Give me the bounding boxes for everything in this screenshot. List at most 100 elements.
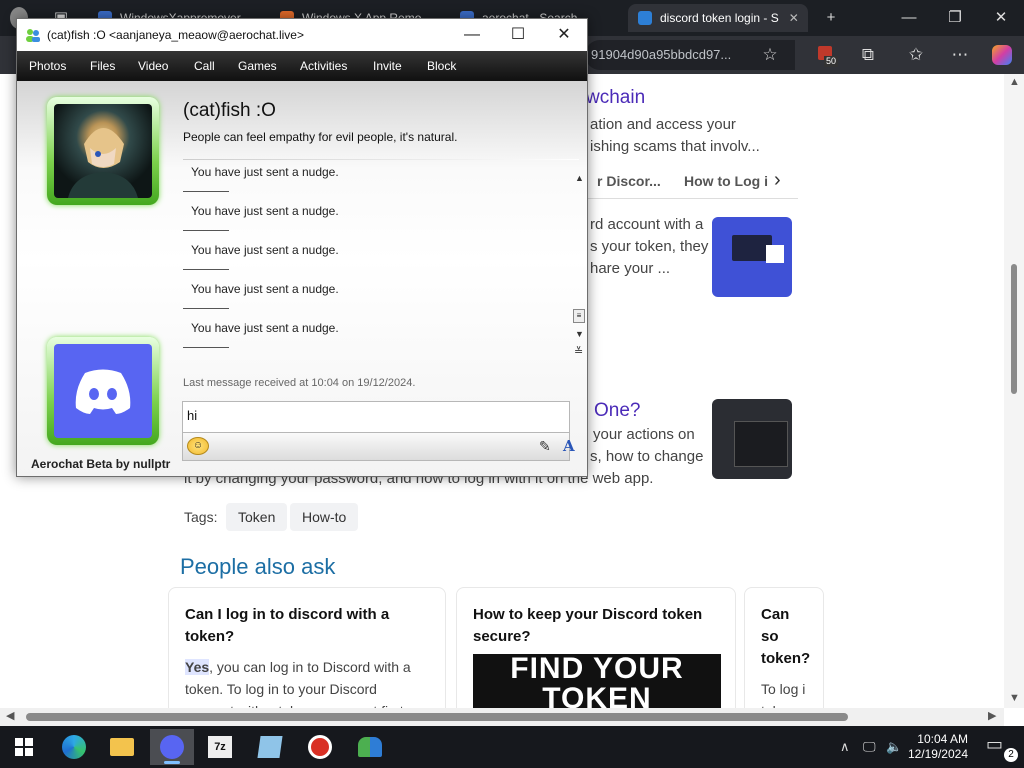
app-credit: Aerochat Beta by nullptr	[31, 457, 171, 471]
subtab-how-to-log-in[interactable]: How to Log i	[684, 170, 768, 192]
message: You have just sent a nudge.	[191, 165, 339, 179]
paa-card[interactable]: How to keep your Discord token secure? F…	[456, 587, 736, 708]
pen-icon[interactable]: ✎	[539, 438, 551, 455]
font-icon[interactable]: A	[563, 437, 575, 455]
result-thumbnail[interactable]	[712, 399, 792, 479]
menu-call[interactable]: Call	[194, 59, 215, 73]
menu-video[interactable]: Video	[138, 59, 168, 73]
result-snippet-line: s your token, they	[590, 238, 709, 255]
paa-question: How to keep your Discord token secure?	[473, 606, 703, 645]
close-icon[interactable]: ✕	[541, 19, 587, 51]
notification-icon[interactable]: ▭	[986, 734, 1003, 755]
message-separator	[183, 230, 229, 231]
scroll-thumb[interactable]	[26, 713, 848, 721]
more-options-icon[interactable]: ⋯	[947, 42, 973, 68]
message: You have just sent a nudge.	[191, 282, 339, 296]
result-snippet-line: hare your ...	[590, 260, 671, 277]
answer-text: , you can log in to Discord with a token…	[185, 659, 411, 708]
tab-discord-token-login[interactable]: discord token login - S ✕	[628, 4, 808, 32]
menu-block[interactable]: Block	[427, 59, 456, 73]
result-snippet-line: s, how to change	[590, 448, 704, 465]
scroll-right-icon[interactable]: ▶	[988, 709, 996, 722]
scroll-up-icon[interactable]: ▲	[575, 173, 584, 183]
contact-status-message: People can feel empathy for evil people,…	[183, 130, 458, 144]
answer-highlight: Yes	[185, 659, 210, 675]
contact-avatar[interactable]	[47, 97, 159, 205]
aerochat-icon[interactable]	[150, 729, 194, 765]
discord-logo-icon	[54, 344, 152, 438]
messenger-buddies-icon	[25, 27, 41, 43]
paa-answer: To log i token, y token	[761, 681, 806, 708]
message-scrollbar[interactable]: ▲ ≡ ▼ ≚	[573, 173, 587, 363]
paa-answer: Yes, you can log in to Discord with a to…	[185, 656, 429, 708]
scroll-left-icon[interactable]: ◀	[6, 709, 14, 722]
chevron-up-icon[interactable]: ∧	[840, 739, 850, 755]
emoticon-icon[interactable]: ☺	[187, 437, 209, 455]
people-also-ask-heading: People also ask	[180, 554, 336, 579]
tab-title: discord token login - S	[660, 11, 779, 25]
vertical-scrollbar[interactable]: ▲ ▼	[1004, 74, 1024, 708]
resize-grip-icon[interactable]: ≚	[574, 345, 583, 358]
minimize-icon[interactable]: —	[449, 19, 495, 51]
extensions-icon[interactable]: ⧉	[855, 42, 881, 68]
new-tab-button[interactable]: +	[808, 4, 854, 32]
edge-icon[interactable]	[52, 729, 96, 765]
subtab-discord[interactable]: r Discor...	[597, 170, 661, 192]
people-icon[interactable]	[348, 729, 392, 765]
result-title[interactable]: wchain	[586, 87, 645, 109]
message: You have just sent a nudge.	[191, 204, 339, 218]
result-thumbnail[interactable]	[712, 217, 792, 297]
message-separator	[183, 191, 229, 192]
menu-activities[interactable]: Activities	[300, 59, 347, 73]
volume-icon[interactable]: 🔈	[886, 739, 902, 755]
aerochat-titlebar[interactable]: (cat)fish :O <aanjaneya_meaow@aerochat.l…	[17, 19, 587, 51]
paa-card[interactable]: Can so token? To log i token, y token	[744, 587, 824, 708]
user-avatar[interactable]	[47, 337, 159, 445]
tag-token[interactable]: Token	[226, 503, 288, 531]
minimize-icon[interactable]: —	[886, 4, 932, 32]
message-history[interactable]: You have just sent a nudge. You have jus…	[183, 163, 575, 359]
chevron-right-icon[interactable]: ›	[774, 169, 781, 191]
scroll-thumb[interactable]	[1011, 264, 1017, 394]
message: You have just sent a nudge.	[191, 243, 339, 257]
clock-date: 12/19/2024	[907, 747, 968, 761]
header-divider	[183, 159, 579, 160]
7zip-icon[interactable]: 7z	[198, 729, 242, 765]
favorites-icon[interactable]: ✩	[903, 42, 929, 68]
scroll-down-icon[interactable]: ▼	[575, 329, 584, 339]
close-icon[interactable]: ✕	[978, 4, 1024, 32]
scroll-down-icon[interactable]: ▼	[1009, 692, 1020, 704]
menu-files[interactable]: Files	[90, 59, 115, 73]
message-separator	[183, 269, 229, 270]
divider	[588, 198, 798, 199]
menu-invite[interactable]: Invite	[373, 59, 402, 73]
copilot-icon[interactable]	[989, 42, 1015, 68]
aerochat-window: (cat)fish :O <aanjaneya_meaow@aerochat.l…	[16, 18, 588, 477]
message-input[interactable]: hi	[182, 401, 570, 433]
window-title: (cat)fish :O <aanjaneya_meaow@aerochat.l…	[47, 28, 304, 42]
paa-card[interactable]: Can I log in to discord with a token? Ye…	[168, 587, 446, 708]
input-toolbar: ☺ ✎ A	[182, 433, 575, 461]
result-question-link[interactable]: One?	[594, 400, 640, 422]
scroll-up-icon[interactable]: ▲	[1009, 76, 1020, 88]
system-clock[interactable]: 10:04 AM 12/19/2024	[908, 732, 968, 762]
close-tab-icon[interactable]: ✕	[789, 11, 799, 25]
file-explorer-icon[interactable]	[100, 729, 144, 765]
menu-photos[interactable]: Photos	[29, 59, 66, 73]
result-snippet-line: ishing scams that involv...	[590, 138, 760, 155]
tag-how-to[interactable]: How-to	[290, 503, 359, 531]
scroll-thumb[interactable]: ≡	[573, 309, 585, 323]
no-entry-icon[interactable]	[298, 729, 342, 765]
maximize-icon[interactable]: ☐	[495, 19, 541, 51]
favorite-star-icon[interactable]: ☆	[757, 42, 783, 68]
notepad-icon[interactable]	[248, 729, 292, 765]
aerochat-conversation: (cat)fish :O People can feel empathy for…	[17, 81, 587, 476]
restore-icon[interactable]: ❐	[932, 4, 978, 32]
network-icon[interactable]: 🖵	[863, 739, 876, 755]
extension-badge-icon[interactable]: 50	[812, 42, 839, 68]
search-icon	[638, 11, 652, 25]
horizontal-scrollbar[interactable]: ◀ ▶	[0, 708, 1004, 726]
menu-games[interactable]: Games	[238, 59, 277, 73]
taskbar: 7z ∧ 🖵 🔈 10:04 AM 12/19/2024 ▭ 2	[0, 726, 1024, 768]
start-icon[interactable]	[2, 729, 46, 765]
